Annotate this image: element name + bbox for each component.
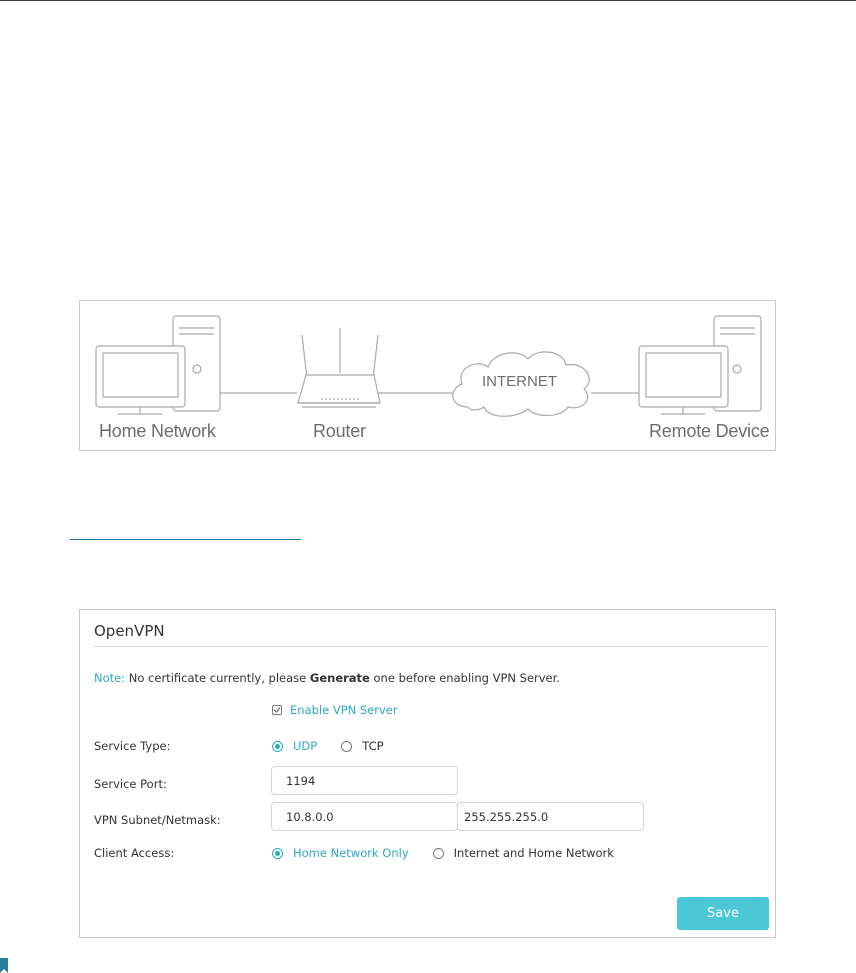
remote-computer-icon xyxy=(638,315,762,415)
service-type-tcp-radio[interactable]: TCP xyxy=(341,739,384,753)
hyperlink-underline[interactable] xyxy=(70,539,301,540)
note-label: Note: xyxy=(94,671,126,685)
router-icon xyxy=(297,328,381,408)
internet-and-home-network-label: Internet and Home Network xyxy=(453,846,614,860)
vpn-subnet-netmask-label: VPN Subnet/Netmask: xyxy=(94,813,221,827)
client-access-internet-and-home-radio[interactable]: Internet and Home Network xyxy=(432,846,614,860)
enable-vpn-server-checkbox[interactable]: Enable VPN Server xyxy=(272,703,398,717)
radio-selected-icon[interactable] xyxy=(272,740,283,752)
service-port-label: Service Port: xyxy=(94,777,167,791)
vpn-subnet-input[interactable] xyxy=(271,802,458,831)
service-type-udp-radio[interactable]: UDP xyxy=(272,739,317,753)
panel-title: OpenVPN xyxy=(94,622,165,640)
radio-selected-icon[interactable] xyxy=(272,847,283,859)
udp-option-label: UDP xyxy=(293,739,318,753)
checkbox-checked-icon[interactable] xyxy=(272,705,282,715)
router-label: Router xyxy=(313,421,366,441)
home-computer-icon xyxy=(95,315,221,415)
radio-unselected-icon[interactable] xyxy=(432,847,444,859)
radio-unselected-icon[interactable] xyxy=(341,740,353,752)
network-topology-diagram: Home Network Router INTERNET Remote Devi… xyxy=(79,300,776,451)
panel-title-divider xyxy=(94,646,768,647)
openvpn-panel: OpenVPN Note: No certificate currently, … xyxy=(79,609,776,938)
internet-label: INTERNET xyxy=(482,373,557,390)
note-text-after: one before enabling VPN Server. xyxy=(369,671,560,685)
top-divider xyxy=(0,0,856,1)
bookmark-icon xyxy=(0,958,8,973)
remote-device-label: Remote Device xyxy=(649,421,770,441)
home-network-label: Home Network xyxy=(99,421,216,441)
client-access-label: Client Access: xyxy=(94,846,175,860)
tcp-option-label: TCP xyxy=(362,739,384,753)
service-port-input[interactable] xyxy=(271,766,458,795)
enable-vpn-server-label: Enable VPN Server xyxy=(290,703,398,717)
vpn-netmask-input[interactable] xyxy=(457,802,644,831)
service-type-label: Service Type: xyxy=(94,739,171,753)
service-type-radio-group: UDP TCP xyxy=(272,739,408,753)
certificate-note: Note: No certificate currently, please G… xyxy=(94,671,560,685)
save-button[interactable]: Save xyxy=(677,897,769,930)
note-generate-emphasis: Generate xyxy=(309,671,370,685)
home-network-only-label: Home Network Only xyxy=(293,846,409,860)
client-access-radio-group: Home Network Only Internet and Home Netw… xyxy=(272,846,638,860)
note-text-before: No certificate currently, please xyxy=(125,671,310,685)
client-access-home-only-radio[interactable]: Home Network Only xyxy=(272,846,409,860)
